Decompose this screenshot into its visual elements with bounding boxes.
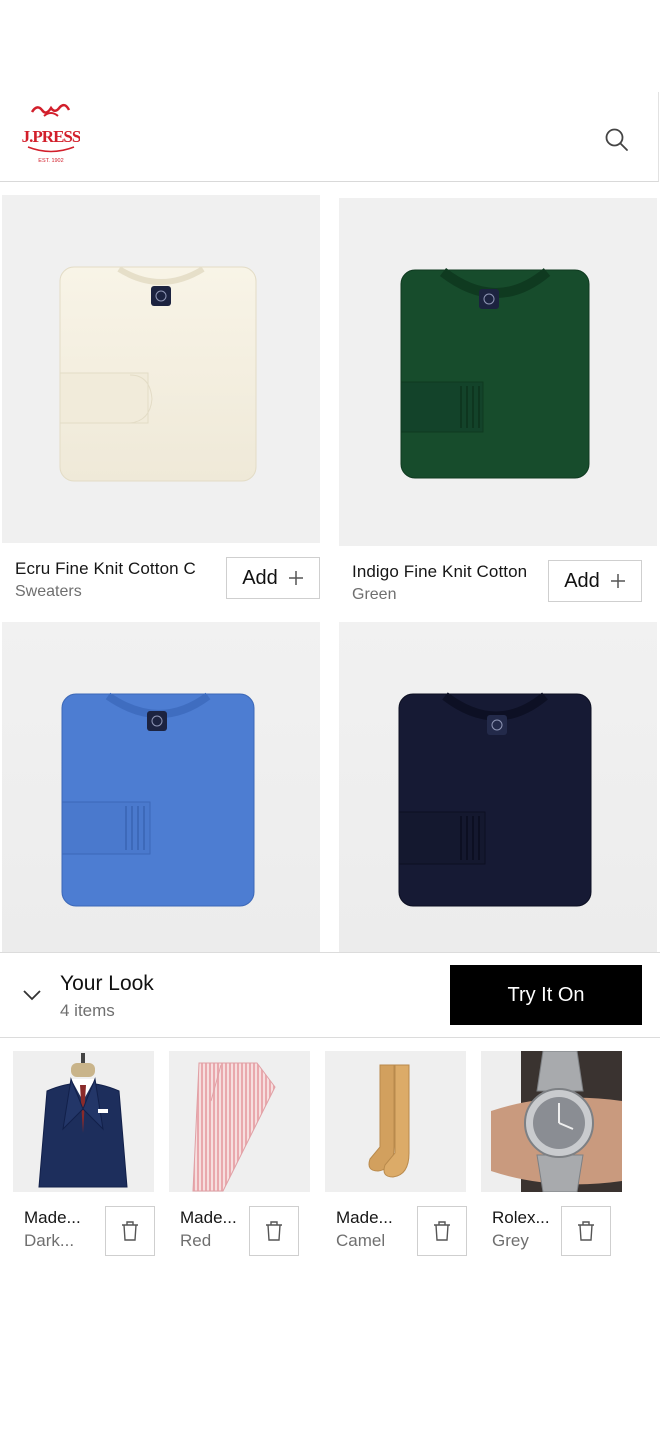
look-item-name: Rolex... bbox=[492, 1208, 550, 1227]
look-item-image[interactable] bbox=[481, 1051, 622, 1192]
your-look-title: Your Look bbox=[60, 972, 154, 995]
plus-icon bbox=[610, 574, 625, 588]
app-header: J.PRESS EST. 1902 bbox=[0, 92, 659, 182]
try-it-on-button[interactable]: Try It On bbox=[450, 965, 642, 1025]
look-item-color: Dark... bbox=[24, 1231, 75, 1250]
product-card[interactable] bbox=[339, 622, 659, 952]
chevron-down-icon[interactable] bbox=[20, 983, 44, 1007]
add-button[interactable]: Add bbox=[226, 557, 320, 599]
add-button-label: Add bbox=[242, 566, 278, 589]
trash-icon bbox=[122, 1221, 138, 1241]
trash-icon bbox=[266, 1221, 282, 1241]
svg-text:EST. 1902: EST. 1902 bbox=[38, 158, 63, 164]
trash-icon bbox=[434, 1221, 450, 1241]
search-icon[interactable] bbox=[602, 125, 630, 153]
product-image[interactable] bbox=[339, 622, 657, 952]
j-press-logo[interactable]: J.PRESS EST. 1902 bbox=[22, 102, 80, 168]
product-name[interactable]: Indigo Fine Knit Cotton bbox=[352, 562, 552, 582]
product-image[interactable] bbox=[2, 622, 320, 952]
product-card[interactable]: Ecru Fine Knit Cotton C Sweaters Add bbox=[2, 195, 322, 605]
product-category: Green bbox=[352, 586, 397, 603]
svg-text:J.PRESS: J.PRESS bbox=[22, 127, 80, 146]
look-item-name: Made... bbox=[24, 1208, 81, 1227]
product-card[interactable] bbox=[2, 622, 322, 952]
your-look-count: 4 items bbox=[60, 1001, 115, 1020]
add-button[interactable]: Add bbox=[548, 560, 642, 602]
remove-item-button[interactable] bbox=[105, 1206, 155, 1256]
product-card[interactable]: Indigo Fine Knit Cotton Green Add bbox=[339, 198, 659, 608]
product-category: Sweaters bbox=[15, 583, 82, 600]
trash-icon bbox=[578, 1221, 594, 1241]
remove-item-button[interactable] bbox=[417, 1206, 467, 1256]
look-item-name: Made... bbox=[180, 1208, 237, 1227]
plus-icon bbox=[288, 571, 303, 585]
your-look-panel: Your Look 4 items Try It On bbox=[0, 952, 660, 1038]
add-button-label: Add bbox=[564, 569, 600, 592]
product-name[interactable]: Ecru Fine Knit Cotton C bbox=[15, 559, 215, 579]
remove-item-button[interactable] bbox=[561, 1206, 611, 1256]
look-item-image[interactable] bbox=[169, 1051, 310, 1192]
look-item-color: Red bbox=[180, 1231, 212, 1250]
look-item-color: Camel bbox=[336, 1231, 386, 1250]
remove-item-button[interactable] bbox=[249, 1206, 299, 1256]
look-item-image[interactable] bbox=[13, 1051, 154, 1192]
product-image[interactable] bbox=[2, 195, 320, 543]
look-item-image[interactable] bbox=[325, 1051, 466, 1192]
product-image[interactable] bbox=[339, 198, 657, 546]
look-item-color: Grey bbox=[492, 1231, 529, 1250]
look-item-name: Made... bbox=[336, 1208, 393, 1227]
